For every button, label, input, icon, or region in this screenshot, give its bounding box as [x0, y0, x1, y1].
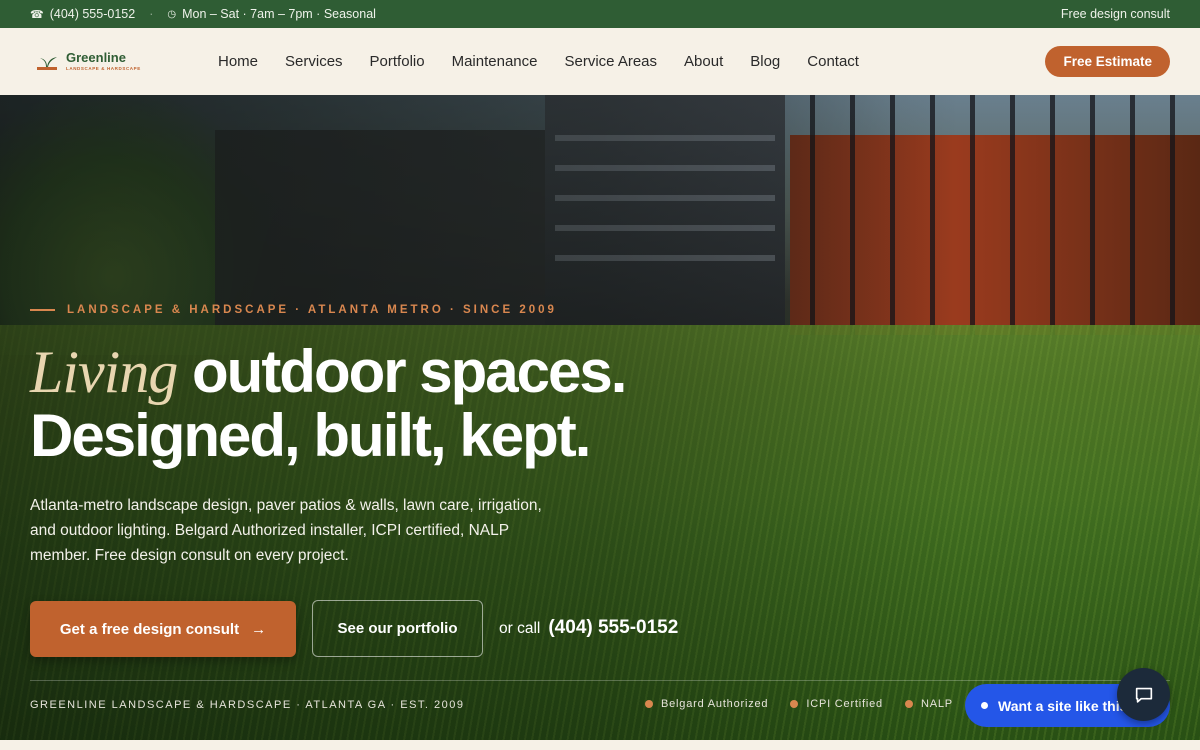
- chat-bubble-icon: [1135, 687, 1152, 703]
- logo[interactable]: Greenline LANDSCAPE & HARDSCAPE: [36, 51, 186, 72]
- hero-footline: GREENLINE LANDSCAPE & HARDSCAPE · ATLANT…: [30, 699, 465, 711]
- main-nav: Greenline LANDSCAPE & HARDSCAPE Home Ser…: [0, 28, 1200, 95]
- hero-section: LANDSCAPE & HARDSCAPE · ATLANTA METRO · …: [0, 95, 1200, 740]
- badge-dot-icon: [904, 700, 913, 708]
- badge-label: Belgard Authorized: [661, 698, 769, 710]
- badge-item: Belgard Authorized: [645, 698, 768, 710]
- hero-eyebrow-text: LANDSCAPE & HARDSCAPE · ATLANTA METRO · …: [67, 304, 557, 316]
- nav-contact[interactable]: Contact: [807, 53, 859, 70]
- clock-icon: ◷: [167, 8, 177, 20]
- nav-home[interactable]: Home: [218, 53, 258, 70]
- hero-description: Atlanta-metro landscape design, paver pa…: [30, 497, 542, 564]
- eyebrow-line: [30, 309, 55, 311]
- certification-badges: Belgard Authorized ICPI Certified NALP: [645, 698, 953, 710]
- logo-tagline: LANDSCAPE & HARDSCAPE: [66, 66, 141, 72]
- badge-item: NALP: [904, 698, 953, 710]
- topbar-separator: ·: [149, 7, 154, 21]
- call-phone-link[interactable]: (404) 555-0152: [548, 617, 678, 639]
- headline-line1-rest: outdoor spaces.: [192, 338, 627, 405]
- nav-portfolio[interactable]: Portfolio: [370, 53, 425, 70]
- nav-menu: Home Services Portfolio Maintenance Serv…: [218, 53, 859, 70]
- chat-button[interactable]: [1117, 668, 1170, 721]
- pill-text: Want a site like this?: [998, 697, 1136, 714]
- hero-headline: Living outdoor spaces. Designed, built, …: [30, 338, 627, 469]
- topbar-phone[interactable]: ☎ (404) 555-0152: [30, 7, 135, 21]
- headline-line2: Designed, built, kept.: [30, 402, 591, 469]
- call-cta: or call (404) 555-0152: [499, 617, 678, 639]
- hero-divider: [30, 680, 1170, 681]
- sprout-logo-icon: [37, 56, 57, 70]
- badge-dot-icon: [790, 700, 799, 708]
- nav-maintenance[interactable]: Maintenance: [452, 53, 538, 70]
- topbar-phone-text: (404) 555-0152: [49, 7, 136, 21]
- arrow-right-icon: →: [251, 620, 267, 638]
- topbar-consult-link[interactable]: Free design consult: [1061, 7, 1170, 21]
- badge-dot-icon: [645, 700, 653, 708]
- nav-service-areas[interactable]: Service Areas: [564, 53, 657, 70]
- badge-label: NALP: [920, 698, 953, 710]
- phone-icon: ☎: [30, 8, 44, 21]
- pill-dot-icon: [981, 702, 988, 709]
- top-info-bar: ☎ (404) 555-0152 · ◷ Mon – Sat · 7am – 7…: [0, 0, 1200, 28]
- call-prefix: or call: [499, 620, 541, 637]
- nav-about[interactable]: About: [684, 53, 723, 70]
- see-portfolio-button[interactable]: See our portfolio: [312, 600, 483, 657]
- cta-primary-label: Get a free design consult: [59, 620, 240, 638]
- nav-blog[interactable]: Blog: [750, 53, 780, 70]
- hero-eyebrow: LANDSCAPE & HARDSCAPE · ATLANTA METRO · …: [30, 304, 557, 316]
- headline-script-word: Living: [30, 339, 178, 405]
- badge-label: ICPI Certified: [806, 698, 883, 710]
- page-bottom-strip: [0, 740, 1200, 750]
- topbar-hours-text: Mon – Sat · 7am – 7pm · Seasonal: [182, 7, 376, 21]
- free-estimate-button[interactable]: Free Estimate: [1045, 46, 1170, 77]
- nav-services[interactable]: Services: [285, 53, 343, 70]
- free-design-consult-button[interactable]: Get a free design consult →: [30, 601, 296, 657]
- badge-item: ICPI Certified: [790, 698, 883, 710]
- logo-name: Greenline: [66, 50, 126, 66]
- topbar-hours: ◷ Mon – Sat · 7am – 7pm · Seasonal: [167, 7, 376, 21]
